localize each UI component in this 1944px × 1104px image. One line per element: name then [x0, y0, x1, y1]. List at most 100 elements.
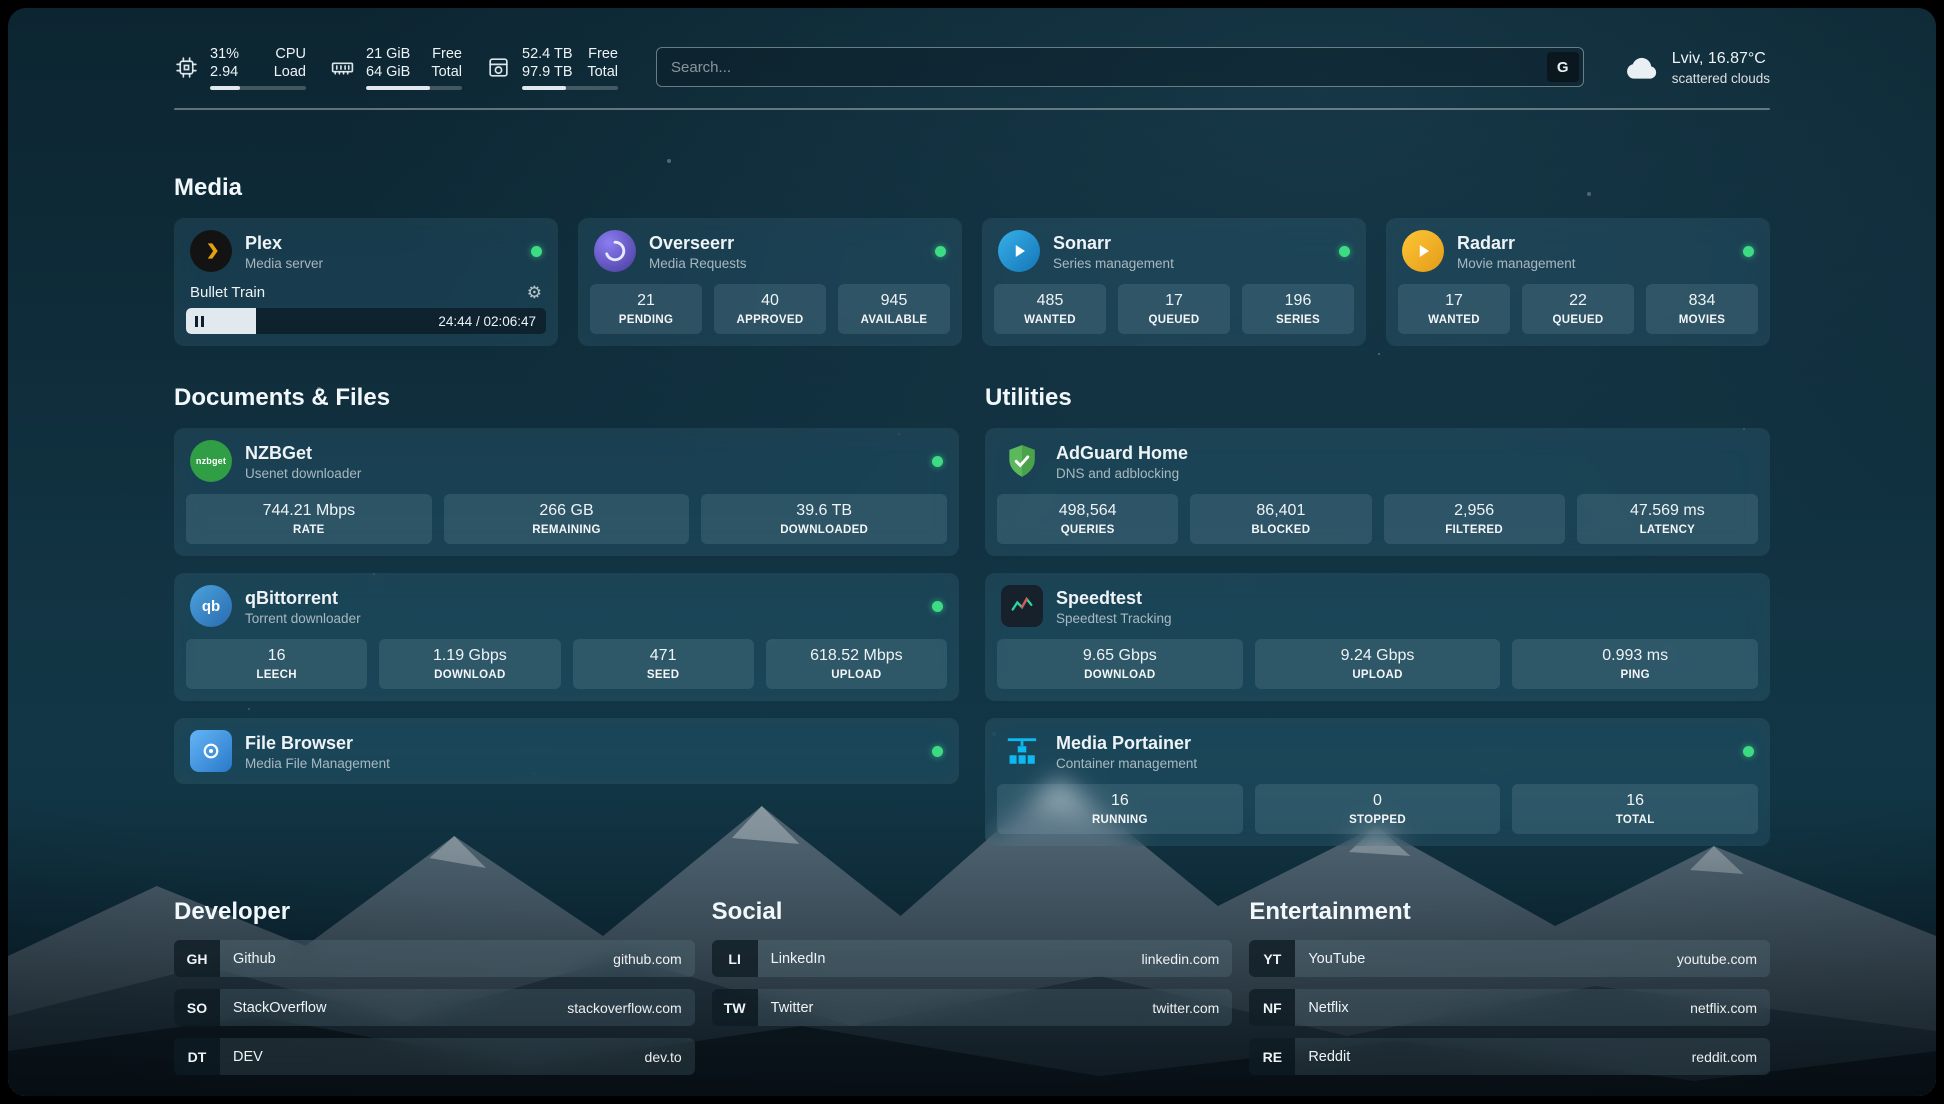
- status-dot: [1743, 246, 1754, 257]
- section-title-documents: Documents & Files: [174, 384, 959, 412]
- stats-row: 744.21 MbpsRATE 266 GBREMAINING 39.6 TBD…: [174, 494, 959, 556]
- app-subtitle: DNS and adblocking: [1056, 466, 1188, 481]
- stats-row: 16LEECH 1.19 GbpsDOWNLOAD 471SEED 618.52…: [174, 639, 959, 701]
- ram-total-value: 64 GiB: [366, 63, 410, 81]
- status-dot: [932, 601, 943, 612]
- stat-approved: 40APPROVED: [714, 284, 826, 334]
- sonarr-card[interactable]: Sonarr Series management 485WANTED 17QUE…: [982, 218, 1366, 346]
- stat-seed: 471SEED: [573, 639, 754, 689]
- stat-running: 16RUNNING: [997, 784, 1243, 834]
- link-dev[interactable]: DT DEV dev.to: [174, 1038, 695, 1075]
- stat-upload: 9.24 GbpsUPLOAD: [1255, 639, 1501, 689]
- stackoverflow-badge: SO: [174, 989, 220, 1026]
- radarr-card[interactable]: Radarr Movie management 17WANTED 22QUEUE…: [1386, 218, 1770, 346]
- content: 31%CPU 2.94Load 21 GiBFree 64 GiBTotal: [8, 8, 1936, 1096]
- filebrowser-card[interactable]: File Browser Media File Management: [174, 718, 959, 784]
- bookmark-columns: Developer GH Github github.com SO StackO…: [174, 898, 1770, 1075]
- ram-free-value: 21 GiB: [366, 45, 410, 63]
- pause-icon[interactable]: [195, 316, 204, 327]
- nzbget-card[interactable]: nzbget NZBGet Usenet downloader 744.21 M…: [174, 428, 959, 556]
- stat-blocked: 86,401BLOCKED: [1190, 494, 1371, 544]
- plex-card[interactable]: Plex Media server Bullet Train ⚙ 24:44 /…: [174, 218, 558, 346]
- app-name: Sonarr: [1053, 232, 1174, 254]
- ram-free-label: Free: [432, 45, 462, 63]
- adguard-card[interactable]: AdGuard Home DNS and adblocking 498,564Q…: [985, 428, 1770, 556]
- app-name: AdGuard Home: [1056, 442, 1188, 464]
- ram-metric: 21 GiB Free 64 GiB Total: [330, 45, 462, 90]
- disk-free-label: Free: [588, 45, 618, 63]
- developer-column: Developer GH Github github.com SO StackO…: [174, 898, 695, 1075]
- link-reddit[interactable]: RE Reddit reddit.com: [1249, 1038, 1770, 1075]
- stat-stopped: 0STOPPED: [1255, 784, 1501, 834]
- app-name: Plex: [245, 232, 323, 254]
- stats-row: 16RUNNING 0STOPPED 16TOTAL: [985, 784, 1770, 846]
- search-engine-button[interactable]: G: [1547, 52, 1579, 82]
- section-title-entertainment: Entertainment: [1249, 898, 1770, 926]
- cpu-progress-bar: [210, 86, 306, 90]
- link-youtube[interactable]: YT YouTube youtube.com: [1249, 940, 1770, 977]
- filebrowser-icon: [190, 730, 232, 772]
- now-playing-title: Bullet Train: [190, 284, 265, 301]
- status-dot: [531, 246, 542, 257]
- cpu-icon: [174, 55, 199, 80]
- status-dot: [932, 456, 943, 467]
- entertainment-column: Entertainment YT YouTube youtube.com NF …: [1249, 898, 1770, 1075]
- stat-rate: 744.21 MbpsRATE: [186, 494, 432, 544]
- dashboard-page: 31%CPU 2.94Load 21 GiBFree 64 GiBTotal: [8, 8, 1936, 1096]
- app-subtitle: Media Requests: [649, 256, 747, 271]
- radarr-icon: [1402, 230, 1444, 272]
- dev-badge: DT: [174, 1038, 220, 1075]
- social-column: Social LI LinkedIn linkedin.com TW Twitt…: [712, 898, 1233, 1075]
- stat-downloaded: 39.6 TBDOWNLOADED: [701, 494, 947, 544]
- stat-movies: 834MOVIES: [1646, 284, 1758, 334]
- link-github[interactable]: GH Github github.com: [174, 940, 695, 977]
- stat-leech: 16LEECH: [186, 639, 367, 689]
- search-input[interactable]: [656, 47, 1584, 87]
- status-dot: [932, 746, 943, 757]
- playback-progress-bar[interactable]: 24:44 / 02:06:47: [186, 308, 546, 334]
- speedtest-card[interactable]: Speedtest Speedtest Tracking 9.65 GbpsDO…: [985, 573, 1770, 701]
- app-name: File Browser: [245, 732, 390, 754]
- app-name: qBittorrent: [245, 587, 361, 609]
- link-netflix[interactable]: NF Netflix netflix.com: [1249, 989, 1770, 1026]
- status-dot: [1339, 246, 1350, 257]
- ram-progress-bar: [366, 86, 462, 90]
- nzbget-icon: nzbget: [190, 440, 232, 482]
- app-name: NZBGet: [245, 442, 361, 464]
- qbittorrent-card[interactable]: qb qBittorrent Torrent downloader 16LEEC…: [174, 573, 959, 701]
- link-linkedin[interactable]: LI LinkedIn linkedin.com: [712, 940, 1233, 977]
- overseerr-icon: [594, 230, 636, 272]
- stat-total: 16TOTAL: [1512, 784, 1758, 834]
- stat-ping: 0.993 msPING: [1512, 639, 1758, 689]
- stat-queries: 498,564QUERIES: [997, 494, 1178, 544]
- ram-icon: [330, 55, 355, 80]
- link-twitter[interactable]: TW Twitter twitter.com: [712, 989, 1233, 1026]
- ram-total-label: Total: [431, 63, 462, 81]
- stat-queued: 22QUEUED: [1522, 284, 1634, 334]
- cpu-load-label: Load: [274, 63, 306, 81]
- link-stackoverflow[interactable]: SO StackOverflow stackoverflow.com: [174, 989, 695, 1026]
- settings-gear-icon[interactable]: ⚙: [527, 284, 542, 301]
- overseerr-card[interactable]: Overseerr Media Requests 21PENDING 40APP…: [578, 218, 962, 346]
- adguard-icon: [1001, 440, 1043, 482]
- disk-metric: 52.4 TBFree 97.9 TBTotal: [486, 45, 618, 90]
- stats-row: 17WANTED 22QUEUED 834MOVIES: [1386, 284, 1770, 346]
- stat-download: 1.19 GbpsDOWNLOAD: [379, 639, 560, 689]
- playback-time: 24:44 / 02:06:47: [438, 314, 536, 329]
- qbittorrent-icon: qb: [190, 585, 232, 627]
- app-name: Radarr: [1457, 232, 1576, 254]
- disk-total-label: Total: [587, 63, 618, 81]
- app-subtitle: Torrent downloader: [245, 611, 361, 626]
- plex-icon: [190, 230, 232, 272]
- cpu-usage-value: 31%: [210, 45, 239, 63]
- stat-remaining: 266 GBREMAINING: [444, 494, 690, 544]
- disk-progress-bar: [522, 86, 618, 90]
- cpu-label: CPU: [275, 45, 306, 63]
- youtube-badge: YT: [1249, 940, 1295, 977]
- sonarr-icon: [998, 230, 1040, 272]
- portainer-card[interactable]: Media Portainer Container management 16R…: [985, 718, 1770, 846]
- app-subtitle: Series management: [1053, 256, 1174, 271]
- status-dot: [935, 246, 946, 257]
- app-subtitle: Usenet downloader: [245, 466, 361, 481]
- github-badge: GH: [174, 940, 220, 977]
